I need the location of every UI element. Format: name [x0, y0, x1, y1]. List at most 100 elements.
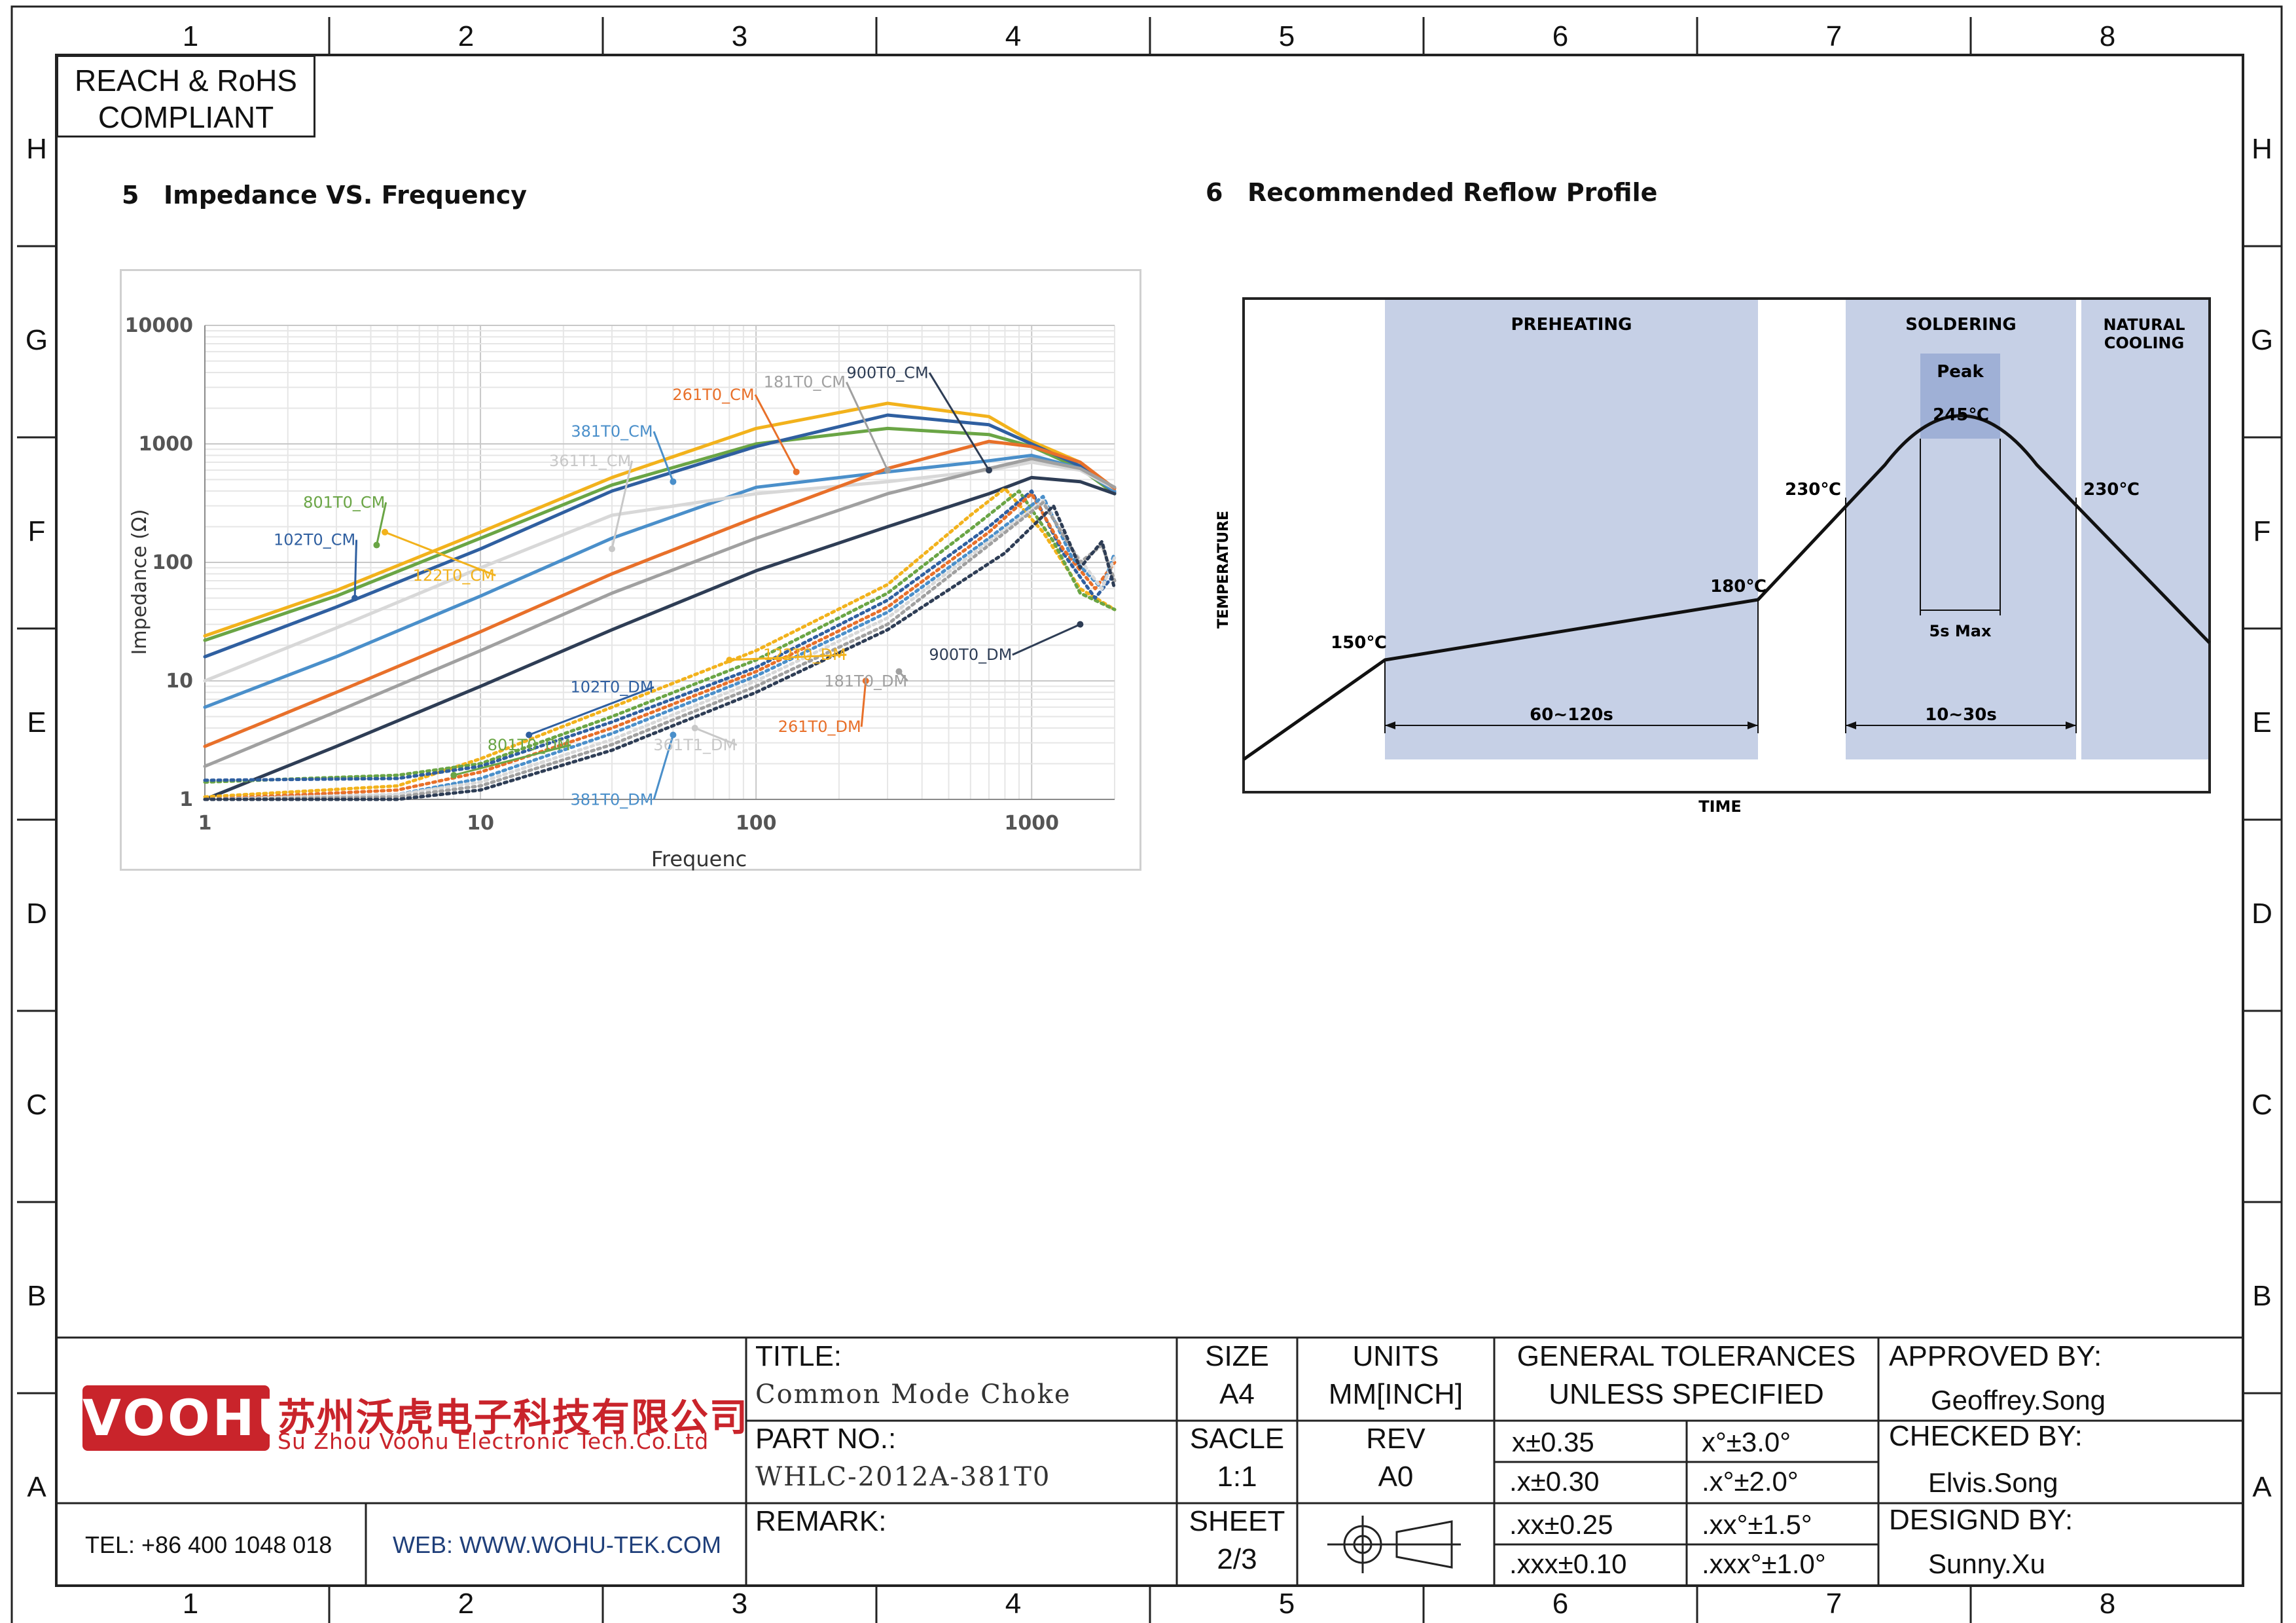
preheating-zone [1385, 299, 1758, 759]
zone-label-peak: Peak [1937, 362, 1984, 382]
tolerance-linear: .x±0.30 [1509, 1466, 1600, 1497]
compliance-box: REACH & RoHS COMPLIANT [56, 55, 315, 137]
zone-row-label: D [26, 898, 47, 930]
series-label-801T0_CM: 801T0_CM [303, 493, 385, 511]
x-tick-label: 1000 [1004, 812, 1059, 835]
temp-label: 180℃ [1710, 577, 1767, 596]
zone-column-label: 2 [457, 1588, 475, 1620]
label-arrowhead-801T0_DM [450, 772, 457, 779]
tolerance-heading-1: GENERAL TOLERANCES [1516, 1340, 1856, 1372]
impedance-chart: 1 10 100 1000 1 10 100 1000 10000 Frequenc Impedan… [125, 314, 1117, 871]
scale-label: SACLE [1189, 1423, 1285, 1455]
remark-label: REMARK: [755, 1505, 887, 1537]
temp-label: 230℃ [1785, 480, 1841, 500]
x-tick-label: 1 [198, 812, 212, 835]
label-arrowhead-181T0_CM [884, 467, 891, 474]
zone-column-label: 8 [2099, 20, 2116, 52]
x-tick-label: 100 [736, 812, 777, 835]
zone-row-label: H [26, 133, 47, 165]
company-web[interactable]: WEB: WWW.WOHU-TEK.COM [393, 1533, 721, 1557]
tolerance-angular: .xxx°±1.0° [1702, 1548, 1826, 1579]
series-label-261T0_CM: 261T0_CM [672, 386, 754, 404]
approved-by-value: Geoffrey.Song [1931, 1385, 2106, 1415]
label-arrowhead-102T0_CM [351, 594, 359, 602]
zone-row-label: A [27, 1471, 46, 1503]
tolerance-angular: .xx°±1.5° [1702, 1509, 1812, 1540]
tolerance-angular: .x°±2.0° [1702, 1466, 1799, 1497]
zone-row-label: H [2251, 133, 2272, 165]
series-labels: 122T0_CM 801T0_CM 102T0_CM 381T0_CM 361T1_CM… [274, 363, 1084, 809]
series-label-122T0_CM: 122T0_CM [413, 566, 495, 585]
zone-label-cooling: COOLING [2104, 334, 2184, 352]
series-label-381T0_DM: 381T0_DM [571, 790, 654, 809]
label-arrowhead-181T0_DM [895, 668, 903, 675]
temp-label: 150℃ [1331, 633, 1387, 653]
label-leader-900T0_DM [1012, 623, 1081, 656]
x-tick-label: 10 [467, 812, 494, 835]
series-label-801T0_DM: 801T0_DM [488, 736, 571, 754]
label-arrowhead-801T0_CM [373, 541, 380, 549]
temp-label: 230℃ [2083, 480, 2140, 500]
checked-by-label: CHECKED BY: [1889, 1420, 2083, 1452]
company-tel: TEL: +86 400 1048 018 [85, 1531, 332, 1558]
dimension-peak-label: 5s Max [1929, 622, 1992, 640]
y-tick-label: 10 [166, 670, 193, 693]
title-value: Common Mode Choke [755, 1379, 1071, 1410]
section-6-heading: 6 Recommended Reflow Profile [1206, 178, 1657, 207]
zone-column-label: 1 [182, 20, 199, 52]
sheet-label: SHEET [1189, 1505, 1285, 1537]
zone-row-label: C [26, 1089, 47, 1121]
tolerance-linear: .xx±0.25 [1509, 1509, 1613, 1540]
zone-row-label: D [2251, 898, 2272, 930]
series-label-361T1_DM: 361T1_DM [653, 736, 736, 754]
units-label: UNITS [1352, 1340, 1439, 1372]
compliance-line-2: COMPLIANT [98, 100, 274, 134]
section-number: 5 [122, 181, 139, 210]
zone-row-label: F [27, 515, 46, 547]
part-no-label: PART NO.: [755, 1423, 897, 1455]
tolerance-heading-2: UNLESS SPECIFIED [1549, 1378, 1824, 1410]
zone-row-label: F [2253, 515, 2271, 547]
series-label-900T0_CM: 900T0_CM [846, 363, 928, 382]
units-value: MM[INCH] [1328, 1378, 1463, 1410]
company-name-en: Su Zhou Voohu Electronic Tech.Co.Ltd [278, 1429, 709, 1454]
x-axis-title: TIME [1698, 797, 1742, 816]
label-arrowhead-261T0_CM [793, 468, 800, 475]
section-title: Recommended Reflow Profile [1247, 178, 1658, 207]
series-label-261T0_DM: 261T0_DM [778, 718, 861, 736]
section-title: Impedance VS. Frequency [164, 181, 527, 210]
series-label-102T0_DM: 102T0_DM [571, 678, 654, 697]
zone-column-label: 7 [1825, 1588, 1842, 1620]
company-logo: VOOHU [82, 1385, 297, 1451]
reflow-profile-chart: PREHEATING SOLDERING NATURALCOOLING Peak 150… [1215, 297, 2211, 816]
tolerance-linear: x±0.35 [1512, 1427, 1594, 1457]
zone-column-label: 5 [1278, 1588, 1295, 1620]
tolerance-linear: .xxx±0.10 [1509, 1548, 1627, 1579]
series-label-102T0_CM: 102T0_CM [274, 531, 355, 549]
dimension-preheat-label: 60~120s [1530, 705, 1613, 725]
label-leader-181T0_CM [845, 382, 889, 471]
zone-column-label: 2 [457, 20, 475, 52]
zone-row-label: A [2252, 1471, 2272, 1503]
series-line-122T0_CM [203, 401, 1117, 638]
label-arrowhead-381T0_CM [670, 478, 677, 485]
zone-column-label: 3 [731, 1588, 748, 1620]
label-arrowhead-122T0_CM [382, 528, 389, 536]
zone-column-label: 3 [731, 20, 748, 52]
series-label-181T0_CM: 181T0_CM [764, 373, 846, 392]
series-label-900T0_DM: 900T0_DM [929, 646, 1012, 664]
title-label: TITLE: [755, 1340, 842, 1372]
tolerance-angular: x°±3.0° [1702, 1427, 1791, 1457]
zone-row-label: B [27, 1280, 46, 1312]
zone-label-preheating: PREHEATING [1511, 315, 1632, 335]
scale-value: 1:1 [1217, 1461, 1257, 1493]
dimension-soldering-label: 10~30s [1925, 705, 1997, 725]
series-label-381T0_CM: 381T0_CM [571, 422, 653, 441]
zone-row-label: E [27, 706, 46, 739]
y-axis-title: Impedance (Ω) [128, 509, 151, 655]
section-5-heading: 5 Impedance VS. Frequency [122, 181, 527, 210]
rev-label: REV [1366, 1423, 1426, 1455]
size-value: A4 [1219, 1378, 1255, 1410]
y-tick-label: 1 [179, 788, 193, 811]
label-leader-261T0_CM [754, 394, 798, 473]
